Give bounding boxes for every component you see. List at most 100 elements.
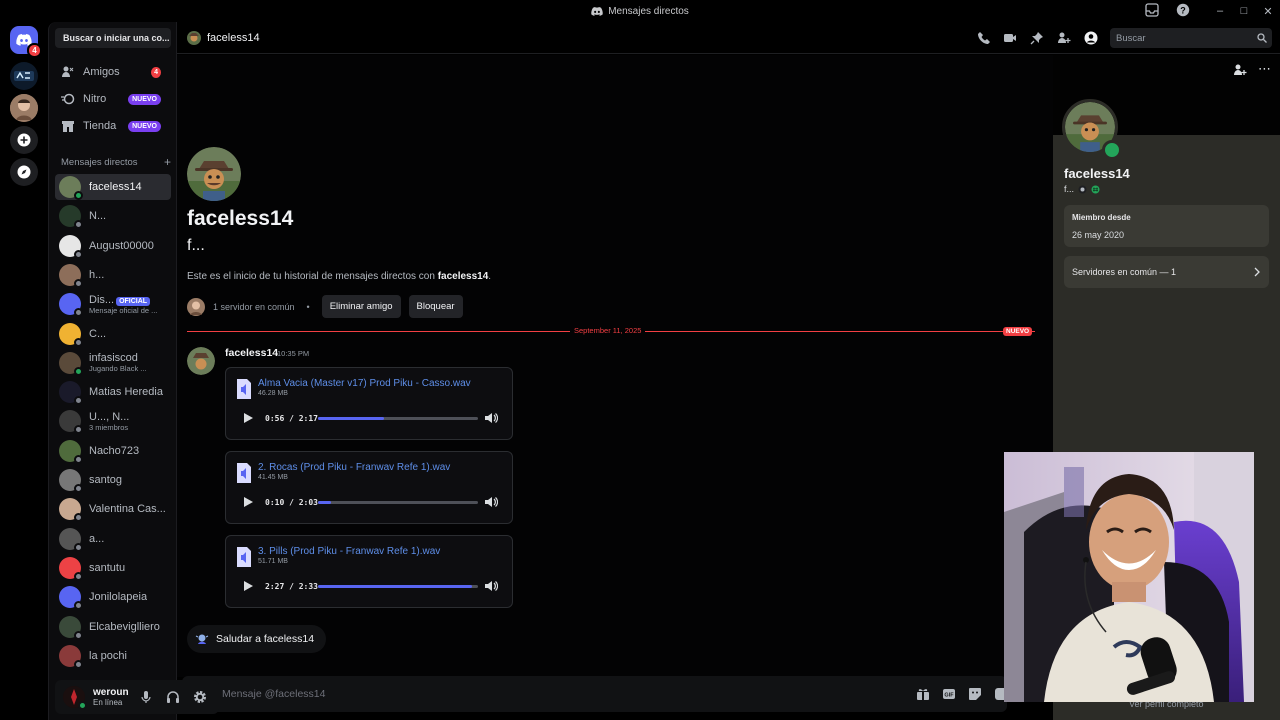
sticker-icon[interactable] (968, 687, 982, 701)
window-controls: – □ ✕ (1208, 0, 1280, 22)
dm-subtext: 3 miembros (89, 422, 129, 432)
status-dot (74, 630, 83, 640)
voice-call-icon[interactable] (977, 31, 991, 45)
header-search-input[interactable]: Buscar (1110, 28, 1272, 48)
message-author[interactable]: faceless14 (225, 347, 278, 359)
member-since-label: Miembro desde (1072, 213, 1131, 222)
volume-icon[interactable] (484, 495, 498, 509)
remove-friend-button[interactable]: Eliminar amigo (321, 295, 401, 318)
headphones-icon[interactable] (166, 690, 180, 704)
mutual-servers-card[interactable]: Servidores en común — 1 (1064, 256, 1269, 288)
dm-item[interactable]: Dis... OFICIAL Mensaje oficial de ... (55, 291, 171, 318)
status-dot (74, 659, 83, 669)
dm-name: santog (89, 474, 123, 486)
nav-shop[interactable]: Tienda NUEVO (55, 114, 171, 138)
volume-icon[interactable] (484, 579, 498, 593)
add-server-button[interactable] (10, 126, 38, 154)
audio-progress-bar[interactable] (318, 585, 478, 588)
mutual-servers-text[interactable]: 1 servidor en común (213, 302, 295, 312)
create-dm-button[interactable]: + (164, 156, 171, 168)
dm-avatar (59, 322, 83, 347)
server-avatar-icon[interactable] (10, 94, 38, 122)
status-dot (74, 249, 83, 259)
home-button[interactable]: 4 (10, 26, 42, 58)
quick-switcher-button[interactable]: Buscar o iniciar una co... (55, 28, 171, 48)
profile-name: faceless14 (1064, 166, 1130, 181)
message-author-avatar[interactable] (187, 347, 215, 375)
dm-item[interactable]: Jonilolapeia (55, 584, 171, 611)
play-icon[interactable] (242, 412, 254, 424)
add-friends-to-dm-icon[interactable] (1057, 31, 1071, 45)
dm-item[interactable]: a... (55, 526, 171, 552)
nitro-icon (61, 93, 75, 105)
dm-item[interactable]: faceless14 (55, 174, 171, 200)
dm-name: Jonilolapeia (89, 591, 148, 604)
close-icon[interactable]: ✕ (1256, 5, 1280, 18)
user-info[interactable]: weroun En línea (93, 687, 129, 707)
audio-time: 0:56 / 2:17 (265, 414, 318, 423)
video-call-icon[interactable] (1003, 31, 1017, 45)
gif-icon[interactable]: GIF (942, 687, 956, 701)
dm-item[interactable]: N... (55, 203, 171, 230)
main-header: faceless14 Buscar (177, 22, 1280, 54)
user-avatar[interactable] (63, 686, 87, 710)
more-options-icon[interactable]: ⋯ (1258, 61, 1272, 77)
dm-item[interactable]: santutu (55, 555, 171, 581)
add-friend-icon[interactable] (1233, 63, 1247, 77)
dm-avatar (59, 410, 83, 435)
status-dot (74, 220, 83, 230)
attachment-size: 51.71 MB (258, 558, 288, 565)
profile-tag-row: f... (1064, 184, 1100, 194)
play-icon[interactable] (242, 496, 254, 508)
play-icon[interactable] (242, 580, 254, 592)
webcam-overlay (1004, 452, 1254, 702)
server-core-icon[interactable] (10, 62, 38, 90)
status-dot (74, 542, 83, 552)
attachment-filename[interactable]: 3. Pills (Prod Piku - Franwav Refe 1).wa… (258, 546, 440, 557)
message-input[interactable]: Mensaje @faceless14 (222, 688, 325, 700)
dm-text: Valentina Cas... (89, 503, 166, 515)
intro-prefix: Este es el inicio de tu historial de men… (187, 271, 438, 282)
audio-progress-bar[interactable] (318, 501, 478, 504)
help-icon[interactable]: ? (1176, 3, 1190, 17)
audio-progress-bar[interactable] (318, 417, 478, 420)
dm-item[interactable]: la pochi (55, 643, 171, 669)
gift-icon[interactable] (916, 687, 930, 701)
user-profile-icon[interactable] (1084, 31, 1098, 45)
microphone-icon[interactable] (139, 690, 153, 704)
attachment-filename[interactable]: Alma Vacia (Master v17) Prod Piku - Cass… (258, 378, 471, 389)
settings-gear-icon[interactable] (193, 690, 207, 704)
dm-item[interactable]: Valentina Cas... (55, 496, 171, 523)
search-icon (1257, 33, 1267, 43)
nav-friends[interactable]: Amigos 4 (55, 60, 171, 84)
maximize-icon[interactable]: □ (1232, 5, 1256, 17)
dm-name: C... (89, 327, 107, 340)
shop-new-badge: NUEVO (128, 120, 161, 132)
nav-nitro[interactable]: Nitro NUEVO (55, 87, 171, 111)
block-button[interactable]: Bloquear (408, 295, 463, 318)
nav-shop-label: Tienda (83, 120, 117, 132)
minimize-icon[interactable]: – (1208, 5, 1232, 17)
shop-icon (62, 121, 74, 132)
dm-item[interactable]: santog (55, 467, 171, 493)
discover-button[interactable] (10, 158, 38, 186)
mutual-server-icon[interactable] (187, 297, 205, 316)
dm-item[interactable]: U..., N... 3 miembros (55, 408, 171, 435)
dm-item[interactable]: Matias Heredia (55, 379, 171, 406)
status-dot (74, 308, 83, 318)
dm-avatar (59, 644, 83, 669)
dm-item[interactable]: C... (55, 321, 171, 347)
audio-attachment: 2. Rocas (Prod Piku - Franwav Refe 1).wa… (225, 451, 513, 524)
pin-icon[interactable] (1030, 31, 1044, 45)
dm-item[interactable]: infasiscod Jugando Black ... (55, 350, 171, 376)
dm-item[interactable]: Elcabeviglliero (55, 614, 171, 640)
attachment-filename[interactable]: 2. Rocas (Prod Piku - Franwav Refe 1).wa… (258, 462, 450, 473)
dm-recipient-display: f... (187, 237, 205, 254)
volume-icon[interactable] (484, 411, 498, 425)
inbox-icon[interactable] (1145, 3, 1159, 17)
wave-button[interactable]: Saludar a faceless14 (187, 625, 327, 653)
dm-item[interactable]: h... (55, 262, 171, 288)
dm-item[interactable]: August00000 (55, 233, 171, 259)
header-username[interactable]: faceless14 (207, 32, 260, 44)
dm-item[interactable]: Nacho723 (55, 438, 171, 464)
